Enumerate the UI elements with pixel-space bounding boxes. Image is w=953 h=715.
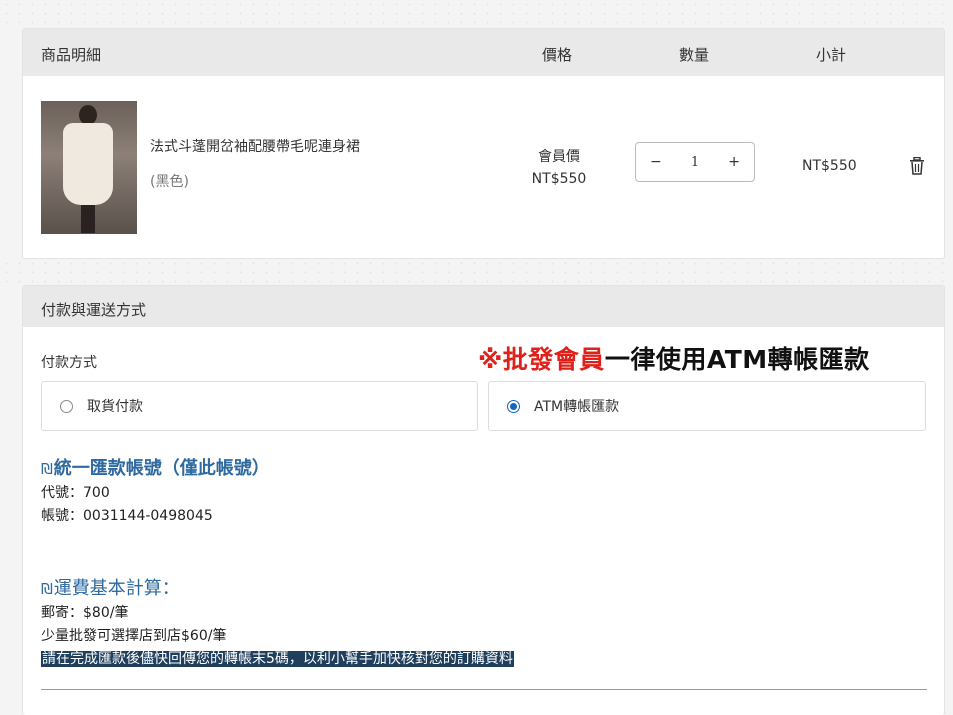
payment-option-atm[interactable]: ATM轉帳匯款 [488, 381, 926, 431]
account-section-title: ₪統一匯款帳號（僅此帳號） [41, 454, 270, 480]
bank-code: 代號：700 [41, 485, 110, 501]
radio-checked-icon[interactable] [507, 399, 520, 413]
decrease-quantity-button[interactable]: − [650, 154, 662, 170]
payment-option-label: ATM轉帳匯款 [534, 399, 620, 415]
shekel-glyph-icon: ₪ [41, 460, 53, 478]
reminder-text: 請在完成匯款後儘快回傳您的轉帳末5碼，以利小幫手加快核對您的訂購資料 [41, 651, 514, 667]
unit-price: NT$550 [531, 171, 587, 187]
quantity-value[interactable]: 1 [691, 155, 699, 170]
product-variant: (黑色) [150, 174, 189, 190]
wholesale-notice: ※批發會員一律使用ATM轉帳匯款 [478, 340, 870, 376]
product-name[interactable]: 法式斗蓬開岔袖配腰帶毛呢連身裙 [150, 136, 360, 156]
shipping-post-fee: 郵寄：$80/筆 [41, 605, 129, 621]
item-subtotal: NT$550 [802, 158, 857, 174]
notice-red-text: ※批發會員 [478, 345, 605, 374]
background-texture [0, 259, 953, 285]
payment-shipping-title: 付款與運送方式 [41, 301, 147, 319]
shipping-store-fee: 少量批發可選擇店到店$60/筆 [41, 628, 227, 644]
payment-method-label: 付款方式 [41, 355, 97, 371]
cart-card: 商品明細 價格 數量 小計 法式斗蓬開岔袖配腰帶毛呢連身裙 (黑色) 會員價 N… [22, 28, 945, 259]
transfer-reminder: 請在完成匯款後儘快回傳您的轉帳末5碼，以利小幫手加快核對您的訂購資料 [41, 648, 514, 668]
payment-shipping-header: 付款與運送方式 [23, 286, 944, 327]
trash-icon[interactable] [909, 156, 925, 175]
payment-option-label: 取貨付款 [87, 399, 143, 415]
member-price-label: 會員價 [538, 149, 580, 165]
cart-header: 商品明細 價格 數量 小計 [23, 29, 944, 76]
shipping-section-title: ₪運費基本計算： [41, 574, 180, 600]
background-texture [0, 0, 953, 26]
header-subtotal: 小計 [816, 46, 847, 64]
header-product-details: 商品明細 [41, 46, 102, 64]
notice-black-text: 一律使用ATM轉帳匯款 [604, 345, 870, 374]
quantity-stepper: − 1 + [635, 142, 755, 182]
account-title-text: 統一匯款帳號（僅此帳號） [53, 458, 270, 479]
header-quantity: 數量 [679, 46, 710, 64]
increase-quantity-button[interactable]: + [728, 154, 740, 170]
header-price: 價格 [542, 46, 573, 64]
radio-unchecked-icon[interactable] [60, 399, 73, 413]
payment-option-cod[interactable]: 取貨付款 [41, 381, 478, 431]
account-number: 帳號：0031144-0498045 [41, 508, 213, 524]
payment-shipping-card: 付款與運送方式 付款方式 ※批發會員一律使用ATM轉帳匯款 取貨付款 ATM轉帳… [22, 285, 945, 715]
shekel-glyph-icon: ₪ [41, 580, 53, 598]
shipping-title-text: 運費基本計算： [53, 578, 180, 599]
product-image[interactable] [41, 101, 137, 234]
divider [41, 689, 927, 690]
